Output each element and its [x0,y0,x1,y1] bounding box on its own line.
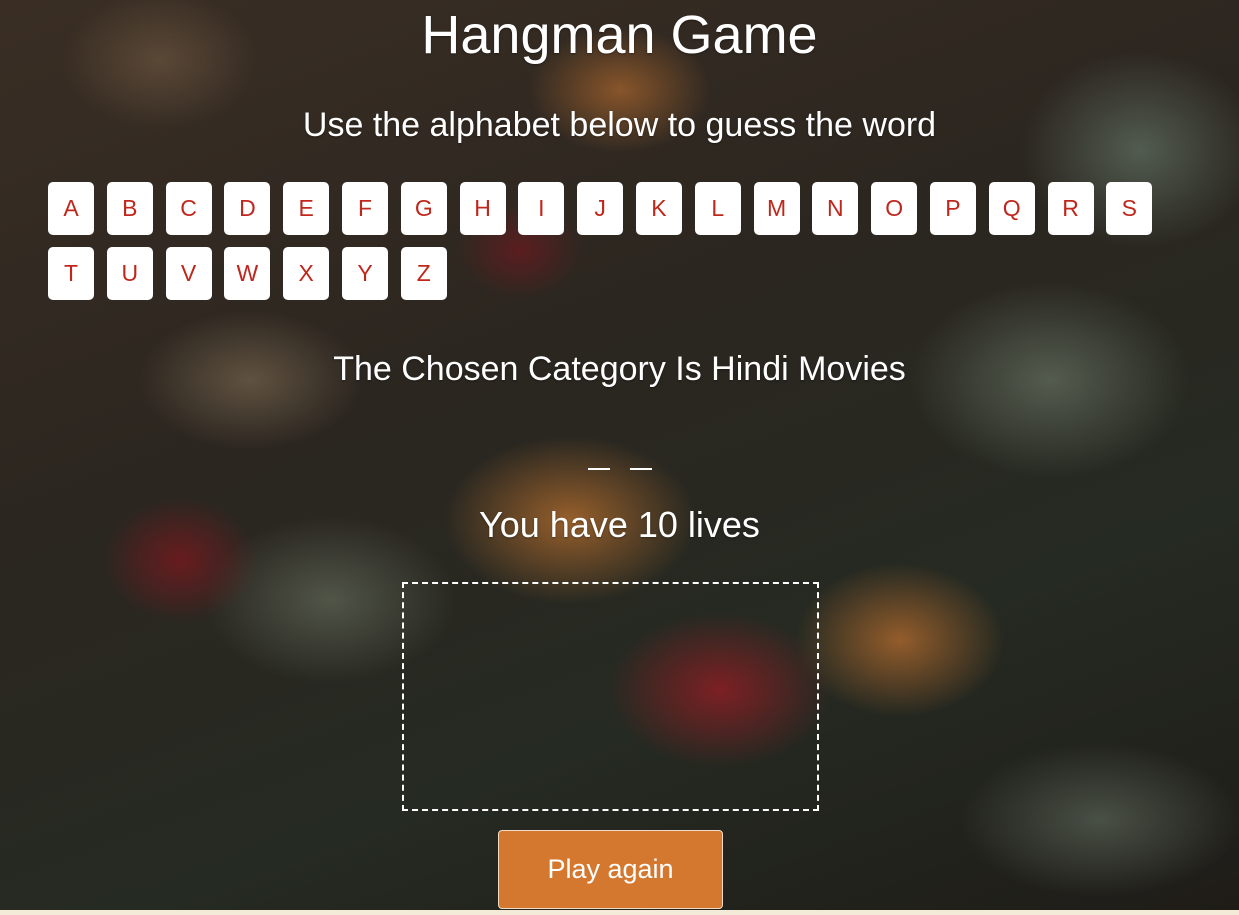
letter-button-x[interactable]: X [283,247,330,300]
letter-button-a[interactable]: A [48,182,94,235]
letter-button-c[interactable]: C [165,182,212,235]
letter-button-b[interactable]: B [106,182,153,235]
letter-button-p[interactable]: P [929,182,976,235]
letter-button-o[interactable]: O [871,182,918,235]
instructions-text: Use the alphabet below to guess the word [302,106,937,144]
letter-button-e[interactable]: E [283,182,330,235]
letter-button-h[interactable]: H [459,182,506,235]
letter-button-y[interactable]: Y [341,247,388,300]
letter-button-v[interactable]: V [165,247,212,300]
letter-button-n[interactable]: N [812,182,859,235]
letter-button-j[interactable]: J [577,182,624,235]
letter-button-m[interactable]: M [753,182,800,235]
letter-button-u[interactable]: U [106,247,153,300]
word-blank [629,450,652,470]
letter-button-r[interactable]: R [1047,182,1094,235]
letter-button-i[interactable]: I [518,182,565,235]
letter-button-d[interactable]: D [224,182,271,235]
hangman-drawing-area [402,582,819,811]
alphabet-buttons: ABCDEFGHIJKLMNOPQRS TUVWXYZ [48,182,1178,312]
letter-button-k[interactable]: K [635,182,682,235]
play-again-button[interactable]: Play again [498,830,723,909]
letter-button-q[interactable]: Q [988,182,1035,235]
letter-button-t[interactable]: T [48,247,94,300]
letter-button-l[interactable]: L [694,182,741,235]
category-text: The Chosen Category Is Hindi Movies [333,350,906,388]
word-blank [587,450,610,470]
page-title: Hangman Game [421,5,818,65]
game-container: Hangman Game Use the alphabet below to g… [0,0,1239,915]
letter-button-f[interactable]: F [341,182,388,235]
word-blanks [0,446,1239,476]
letter-button-z[interactable]: Z [400,247,447,300]
lives-text: You have 10 lives [479,504,760,545]
letter-button-g[interactable]: G [400,182,447,235]
letter-button-w[interactable]: W [224,247,271,300]
letter-button-s[interactable]: S [1106,182,1153,235]
